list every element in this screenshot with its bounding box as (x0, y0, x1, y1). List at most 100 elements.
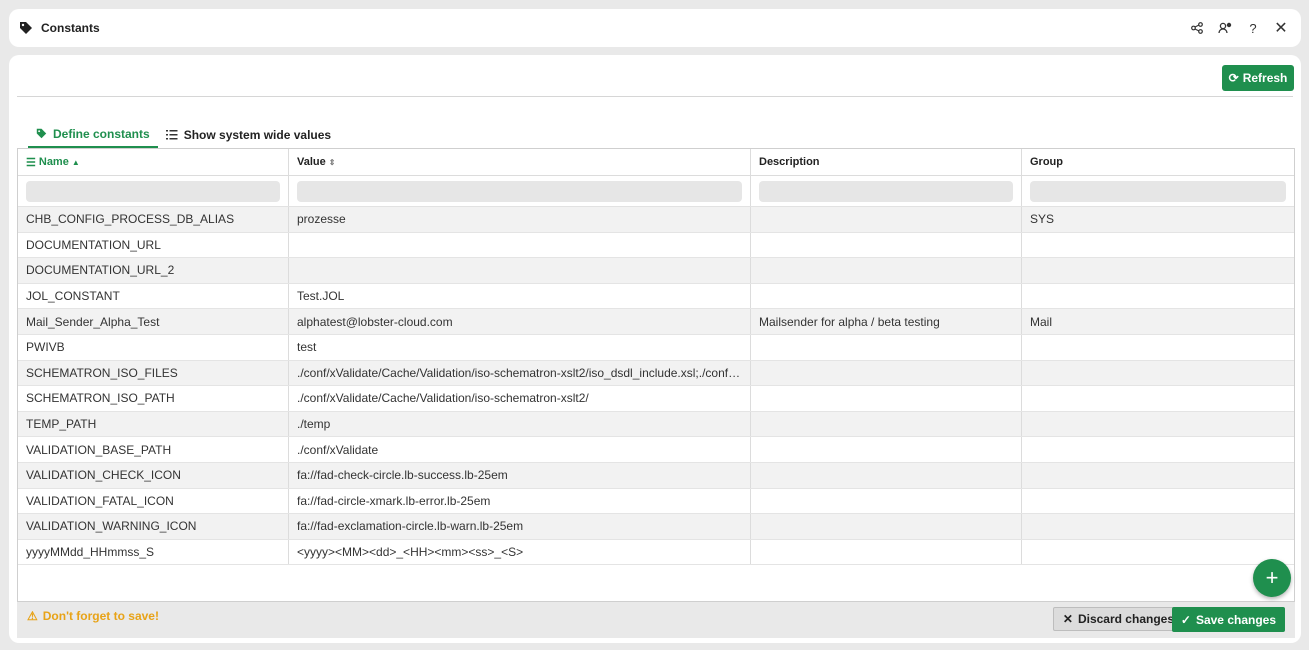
cell-description[interactable] (751, 539, 1022, 565)
cell-value[interactable]: Test.JOL (289, 283, 751, 309)
cell-value[interactable]: ./conf/xValidate/Cache/Validation/iso-sc… (289, 360, 751, 386)
table-row[interactable]: yyyyMMdd_HHmmss_S <yyyy><MM><dd>_<HH><mm>… (18, 539, 1294, 566)
user-settings-icon[interactable] (1215, 18, 1235, 38)
sort-icon: ⇕ (328, 157, 336, 167)
add-constant-button[interactable]: + (1253, 559, 1291, 597)
cell-description[interactable] (751, 232, 1022, 258)
cell-group[interactable]: Mail (1022, 309, 1294, 334)
tag-icon (36, 128, 47, 139)
cell-name[interactable]: VALIDATION_WARNING_ICON (18, 514, 289, 539)
tab-define-constants[interactable]: Define constants (28, 121, 158, 148)
table-row[interactable]: TEMP_PATH ./temp (18, 411, 1294, 438)
cell-group[interactable] (1022, 284, 1294, 309)
cell-description[interactable] (751, 411, 1022, 437)
column-header-description[interactable]: Description (751, 149, 1022, 175)
cell-value[interactable] (289, 232, 751, 258)
cell-group[interactable] (1022, 437, 1294, 462)
table-row[interactable]: VALIDATION_CHECK_ICON fa://fad-check-circ… (18, 462, 1294, 489)
cell-name[interactable]: yyyyMMdd_HHmmss_S (18, 539, 289, 565)
cell-group[interactable] (1022, 361, 1294, 386)
column-header-group[interactable]: Group (1022, 149, 1294, 175)
cell-description[interactable] (751, 488, 1022, 514)
cell-description[interactable] (751, 386, 1022, 411)
cell-name[interactable]: CHB_CONFIG_PROCESS_DB_ALIAS (18, 207, 289, 232)
cell-group[interactable] (1022, 489, 1294, 514)
cell-description[interactable] (751, 360, 1022, 386)
cell-value[interactable]: fa://fad-exclamation-circle.lb-warn.lb-2… (289, 514, 751, 539)
cell-name[interactable]: SCHEMATRON_ISO_FILES (18, 360, 289, 386)
filter-name-input[interactable] (26, 180, 280, 202)
table-row[interactable]: CHB_CONFIG_PROCESS_DB_ALIAS prozesse SYS (18, 207, 1294, 233)
tab-system-wide-values[interactable]: Show system wide values (158, 121, 339, 148)
check-icon: ✓ (1180, 612, 1191, 627)
cell-group[interactable]: SYS (1022, 207, 1294, 232)
table-row[interactable]: SCHEMATRON_ISO_FILES ./conf/xValidate/Cac… (18, 360, 1294, 387)
column-header-name[interactable]: ☰ Name ▲ (18, 149, 289, 175)
cell-group[interactable] (1022, 386, 1294, 411)
tag-icon (20, 22, 32, 34)
save-changes-button[interactable]: ✓ Save changes (1171, 607, 1285, 632)
cell-name[interactable]: DOCUMENTATION_URL_2 (18, 258, 289, 283)
cell-name[interactable]: Mail_Sender_Alpha_Test (18, 309, 289, 334)
cell-name[interactable]: TEMP_PATH (18, 411, 289, 437)
cell-name[interactable]: JOL_CONSTANT (18, 283, 289, 309)
table-row[interactable]: PWIVB test (18, 334, 1294, 361)
cell-description[interactable] (751, 514, 1022, 539)
cell-name[interactable]: VALIDATION_CHECK_ICON (18, 462, 289, 488)
cell-description[interactable] (751, 462, 1022, 488)
table-row[interactable]: VALIDATION_FATAL_ICON fa://fad-circle-xma… (18, 488, 1294, 515)
cell-description[interactable] (751, 207, 1022, 232)
cell-name[interactable]: VALIDATION_FATAL_ICON (18, 488, 289, 514)
cell-group[interactable] (1022, 412, 1294, 437)
cell-group[interactable] (1022, 463, 1294, 488)
table-row[interactable]: DOCUMENTATION_URL_2 (18, 258, 1294, 284)
cell-group[interactable] (1022, 540, 1294, 565)
cell-value[interactable]: test (289, 334, 751, 360)
table-body: CHB_CONFIG_PROCESS_DB_ALIAS prozesse SYS DO… (18, 207, 1294, 566)
cell-value[interactable]: ./temp (289, 411, 751, 437)
cell-description[interactable] (751, 258, 1022, 283)
cell-name[interactable]: SCHEMATRON_ISO_PATH (18, 386, 289, 411)
table-row[interactable]: VALIDATION_BASE_PATH ./conf/xValidate (18, 437, 1294, 463)
refresh-button[interactable]: ⟳ Refresh (1222, 65, 1294, 91)
cell-value[interactable]: <yyyy><MM><dd>_<HH><mm><ss>_<S> (289, 539, 751, 565)
cell-name[interactable]: PWIVB (18, 334, 289, 360)
cell-name[interactable]: DOCUMENTATION_URL (18, 232, 289, 258)
cell-value[interactable]: prozesse (289, 207, 751, 232)
cell-value[interactable]: ./conf/xValidate (289, 437, 751, 462)
cell-description[interactable] (751, 437, 1022, 462)
share-icon[interactable] (1187, 18, 1207, 38)
cell-description[interactable] (751, 283, 1022, 309)
window-titlebar: Constants ? ✕ (9, 9, 1301, 47)
discard-changes-button[interactable]: ✕ Discard changes (1052, 607, 1184, 631)
cell-description[interactable] (751, 334, 1022, 360)
column-header-value[interactable]: Value ⇕ (289, 149, 751, 175)
help-icon[interactable]: ? (1243, 18, 1263, 38)
table-row[interactable]: DOCUMENTATION_URL (18, 232, 1294, 259)
cell-value[interactable]: ./conf/xValidate/Cache/Validation/iso-sc… (289, 386, 751, 411)
cell-group[interactable] (1022, 233, 1294, 258)
table-row[interactable]: SCHEMATRON_ISO_PATH ./conf/xValidate/Cach… (18, 386, 1294, 412)
table-row[interactable]: Mail_Sender_Alpha_Test alphatest@lobster-… (18, 309, 1294, 335)
cell-description[interactable]: Mailsender for alpha / beta testing (751, 309, 1022, 334)
cell-group[interactable] (1022, 514, 1294, 539)
close-icon: ✕ (1062, 612, 1073, 626)
column-menu-icon[interactable]: ☰ (26, 156, 36, 169)
constants-table: ☰ Name ▲ Value ⇕ Description Group CHB_C… (17, 148, 1295, 602)
cell-value[interactable]: fa://fad-check-circle.lb-success.lb-25em (289, 462, 751, 488)
cell-value[interactable] (289, 258, 751, 283)
cell-name[interactable]: VALIDATION_BASE_PATH (18, 437, 289, 462)
unsaved-warning: ⚠ Don't forget to save! (27, 609, 159, 623)
close-icon[interactable]: ✕ (1271, 18, 1291, 38)
filter-group-input[interactable] (1030, 180, 1286, 202)
table-row[interactable]: JOL_CONSTANT Test.JOL (18, 283, 1294, 310)
cell-group[interactable] (1022, 258, 1294, 283)
footer-bar: ⚠ Don't forget to save! ✕ Discard change… (17, 602, 1295, 638)
cell-group[interactable] (1022, 335, 1294, 360)
refresh-icon: ⟳ (1228, 71, 1239, 85)
filter-description-input[interactable] (759, 180, 1013, 202)
table-row[interactable]: VALIDATION_WARNING_ICON fa://fad-exclamat… (18, 514, 1294, 540)
cell-value[interactable]: fa://fad-circle-xmark.lb-error.lb-25em (289, 488, 751, 514)
filter-value-input[interactable] (297, 180, 742, 202)
cell-value[interactable]: alphatest@lobster-cloud.com (289, 309, 751, 334)
